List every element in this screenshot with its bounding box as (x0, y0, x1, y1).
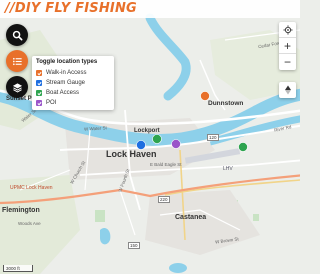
compass-icon (284, 85, 291, 95)
layers-icon (12, 82, 22, 92)
list-icon (12, 57, 22, 65)
town-label-castanea: Castanea (175, 214, 207, 221)
town-label-dunnstown: Dunnstown (208, 100, 244, 107)
legend-list: Walk-in Access Stream Gauge Boat Access POI (36, 68, 110, 108)
locate-button[interactable] (279, 22, 296, 38)
pond (169, 263, 187, 273)
legend-item-label: Stream Gauge (46, 80, 86, 86)
map-canvas (0, 13, 300, 274)
boat-access-marker[interactable] (152, 134, 162, 144)
zoom-out-button[interactable]: − (279, 54, 296, 70)
poi-label-airport: LHV (223, 166, 233, 172)
legend-item[interactable]: Boat Access (36, 88, 110, 98)
brand-logo[interactable]: //DIY FLY FISHING (5, 1, 137, 16)
location-types-toggle-button[interactable] (6, 50, 28, 72)
search-icon (12, 30, 22, 40)
pond (100, 228, 111, 245)
map-view[interactable]: Lock Haven Flemington Castanea Dunnstown… (0, 0, 300, 274)
park-area (253, 214, 259, 221)
checkbox-icon[interactable] (36, 80, 42, 86)
checkbox-icon[interactable] (36, 100, 42, 106)
river-creek (145, 13, 191, 101)
legend-item-label: Boat Access (46, 90, 80, 96)
road-label-woods-ave: Woods Ave (18, 221, 41, 226)
poi-label-upmc: UPMC Lock Haven (10, 185, 53, 191)
route-shield-120: 120 (207, 134, 219, 141)
legend-item[interactable]: POI (36, 98, 110, 108)
checkbox-icon[interactable] (36, 90, 42, 96)
road-label-e-bald-eagle: E Bald Eagle St (150, 162, 182, 167)
boat-access-marker[interactable] (238, 142, 248, 152)
search-button[interactable] (6, 24, 28, 46)
route-shield-150: 150 (128, 242, 140, 249)
checkbox-icon[interactable] (36, 70, 42, 76)
legend-item[interactable]: Walk-in Access (36, 68, 110, 78)
map-controls: + − (279, 22, 296, 70)
town-label-flemington: Flemington (2, 207, 40, 214)
legend-item-label: Walk-in Access (46, 70, 87, 76)
route-shield-220: 220 (158, 196, 170, 203)
town-label-lock-haven: Lock Haven (106, 149, 157, 159)
location-types-panel: Toggle location types Walk-in Access Stre… (32, 56, 114, 110)
road (119, 189, 136, 236)
crosshair-icon (282, 24, 293, 35)
scale-bar: 3000 ft (3, 265, 33, 272)
poi-marker[interactable] (171, 139, 181, 149)
legend-title: Toggle location types (36, 59, 98, 65)
zoom-in-button[interactable]: + (279, 38, 296, 54)
legend-item-label: POI (46, 100, 57, 106)
compass-button[interactable] (279, 82, 296, 98)
header-bar: //DIY FLY FISHING (0, 0, 300, 18)
town-label-lockport: Lockport (134, 128, 160, 134)
park-area (95, 210, 105, 222)
legend-item[interactable]: Stream Gauge (36, 78, 110, 88)
layers-button[interactable] (6, 76, 28, 98)
